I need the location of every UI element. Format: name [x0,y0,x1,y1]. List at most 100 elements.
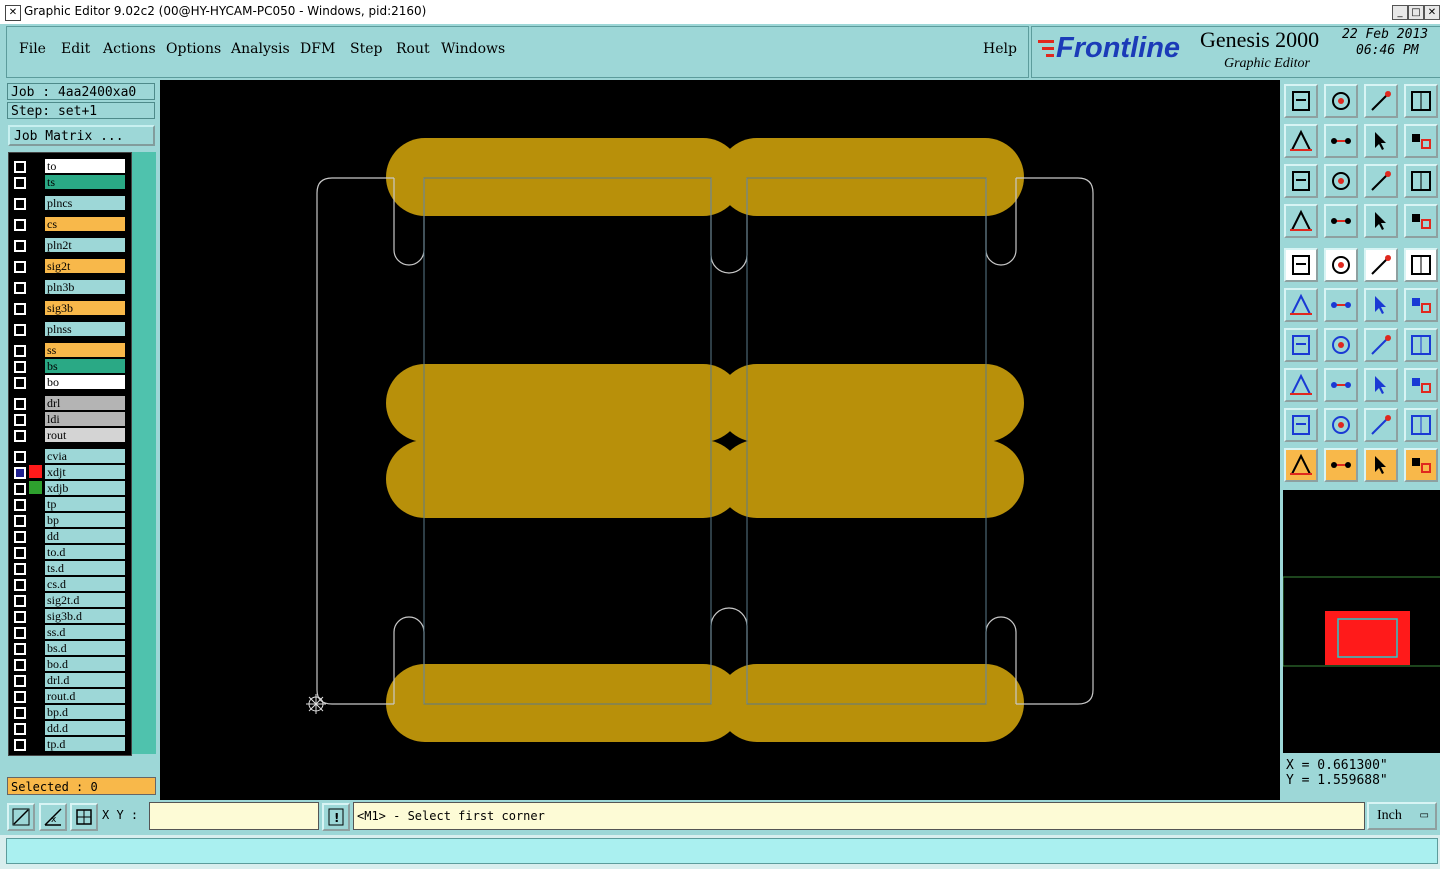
layer-row-tp[interactable]: tp [9,497,129,511]
layer-row-bp[interactable]: bp [9,513,129,527]
layer-name[interactable]: drl [45,396,125,410]
layer-row-bs[interactable]: bs [9,359,129,373]
shapes-tool-button[interactable] [1404,368,1438,402]
layer-name[interactable]: bp.d [45,705,125,719]
menu-analysis[interactable]: Analysis [231,41,290,57]
layer-row-sig2t[interactable]: sig2t [9,259,129,273]
layer-row-bo-d[interactable]: bo.d [9,657,129,671]
menu-windows[interactable]: Windows [441,41,505,57]
menu-actions[interactable]: Actions [103,41,156,57]
layer-row-bs-d[interactable]: bs.d [9,641,129,655]
layer-row-pln2t[interactable]: pln2t [9,238,129,252]
mirror-tool-button[interactable] [1404,328,1438,362]
select3-tool-button[interactable] [1364,448,1398,482]
menu-edit[interactable]: Edit [61,41,90,57]
layer-checkbox[interactable] [14,515,26,527]
grid-tool-button[interactable] [1324,204,1358,238]
unit-selector[interactable]: Inch ▭ [1367,802,1437,830]
layer-checkbox[interactable] [14,451,26,463]
pan-right-tool-button[interactable] [1324,124,1358,158]
span-tool-button[interactable] [1364,368,1398,402]
center-tool-button[interactable] [1324,164,1358,198]
menu-step[interactable]: Step [350,41,382,57]
layer-row-sig2t-d[interactable]: sig2t.d [9,593,129,607]
layer-name[interactable]: bp [45,513,125,527]
join-tool-button[interactable] [1284,288,1318,322]
layer-name[interactable]: bs.d [45,641,125,655]
layer-row-rout-d[interactable]: rout.d [9,689,129,703]
layer-name[interactable]: cs [45,217,125,231]
layer-checkbox[interactable] [14,467,26,479]
layer-checkbox[interactable] [14,483,26,495]
layer-name[interactable]: sig3b.d [45,609,125,623]
fit-tool-button[interactable] [1284,164,1318,198]
menu-dfm[interactable]: DFM [300,41,335,57]
select2-tool-button[interactable] [1324,448,1358,482]
layer-name[interactable]: bo.d [45,657,125,671]
layer-row-drl[interactable]: drl [9,396,129,410]
layer-name[interactable]: sig2t.d [45,593,125,607]
route-tool-button[interactable] [1404,448,1438,482]
layer-row-rout[interactable]: rout [9,428,129,442]
layer-row-cs[interactable]: cs [9,217,129,231]
layer-name[interactable]: plnss [45,322,125,336]
layer-name[interactable]: xdjb [45,481,125,495]
arc-tool-button[interactable] [1364,328,1398,362]
layer-name[interactable]: plncs [45,196,125,210]
layer-row-cs-d[interactable]: cs.d [9,577,129,591]
layer-checkbox[interactable] [14,398,26,410]
minimize-button[interactable]: _ [1392,5,1408,20]
layer-checkbox[interactable] [14,377,26,389]
break-tool-button[interactable] [1324,368,1358,402]
layer-color-swatch[interactable] [29,481,42,494]
layer-checkbox[interactable] [14,659,26,671]
layer-row-dd[interactable]: dd [9,529,129,543]
layer-row-to[interactable]: to [9,159,129,173]
layer-name[interactable]: bs [45,359,125,373]
job-matrix-button[interactable]: Job Matrix ... [8,125,155,146]
layer-name[interactable]: cvia [45,449,125,463]
layer-checkbox[interactable] [14,219,26,231]
layer-name[interactable]: sig3b [45,301,125,315]
pad-tool-button[interactable] [1284,248,1318,282]
a-tool-button[interactable] [1364,408,1398,442]
layer-row-ts[interactable]: ts [9,175,129,189]
peak-tool-button[interactable] [1324,408,1358,442]
layer-name[interactable]: to [45,159,125,173]
snap2-tool-button[interactable] [1404,204,1438,238]
slash-tool-button[interactable] [1324,328,1358,362]
layer-name[interactable]: tp [45,497,125,511]
layer-row-xdjb[interactable]: xdjb [9,481,129,495]
menu-rout[interactable]: Rout [396,41,430,57]
menu-help[interactable]: Help [983,41,1017,57]
layer-row-ss-d[interactable]: ss.d [9,625,129,639]
layer-checkbox[interactable] [14,675,26,687]
pan-left-tool-button[interactable] [1284,124,1318,158]
layer-row-to-d[interactable]: to.d [9,545,129,559]
dot-tool-button[interactable] [1404,248,1438,282]
cross-tool-button[interactable] [1324,288,1358,322]
layer-row-pln3b[interactable]: pln3b [9,280,129,294]
layer-name[interactable]: ts [45,175,125,189]
select-tool-button[interactable] [1284,448,1318,482]
layer-name[interactable]: ldi [45,412,125,426]
layer-checkbox[interactable] [14,177,26,189]
layer-checkbox[interactable] [14,611,26,623]
layer-checkbox[interactable] [14,723,26,735]
layer-name[interactable]: rout.d [45,689,125,703]
layer-checkbox[interactable] [14,198,26,210]
zoom-out-tool-button[interactable] [1324,84,1358,118]
layer-checkbox[interactable] [14,547,26,559]
menu-file[interactable]: File [19,41,46,57]
layer-name[interactable]: dd [45,529,125,543]
layer-checkbox[interactable] [14,303,26,315]
layer-checkbox[interactable] [14,499,26,511]
maximize-button[interactable]: □ [1408,5,1424,20]
layer-name[interactable]: ss.d [45,625,125,639]
layer-checkbox[interactable] [14,595,26,607]
tri-tool-button[interactable] [1284,408,1318,442]
layer-checkbox[interactable] [14,161,26,173]
layer-checkbox[interactable] [14,739,26,751]
layer-checkbox[interactable] [14,691,26,703]
alert-button[interactable]: ! [322,803,350,831]
